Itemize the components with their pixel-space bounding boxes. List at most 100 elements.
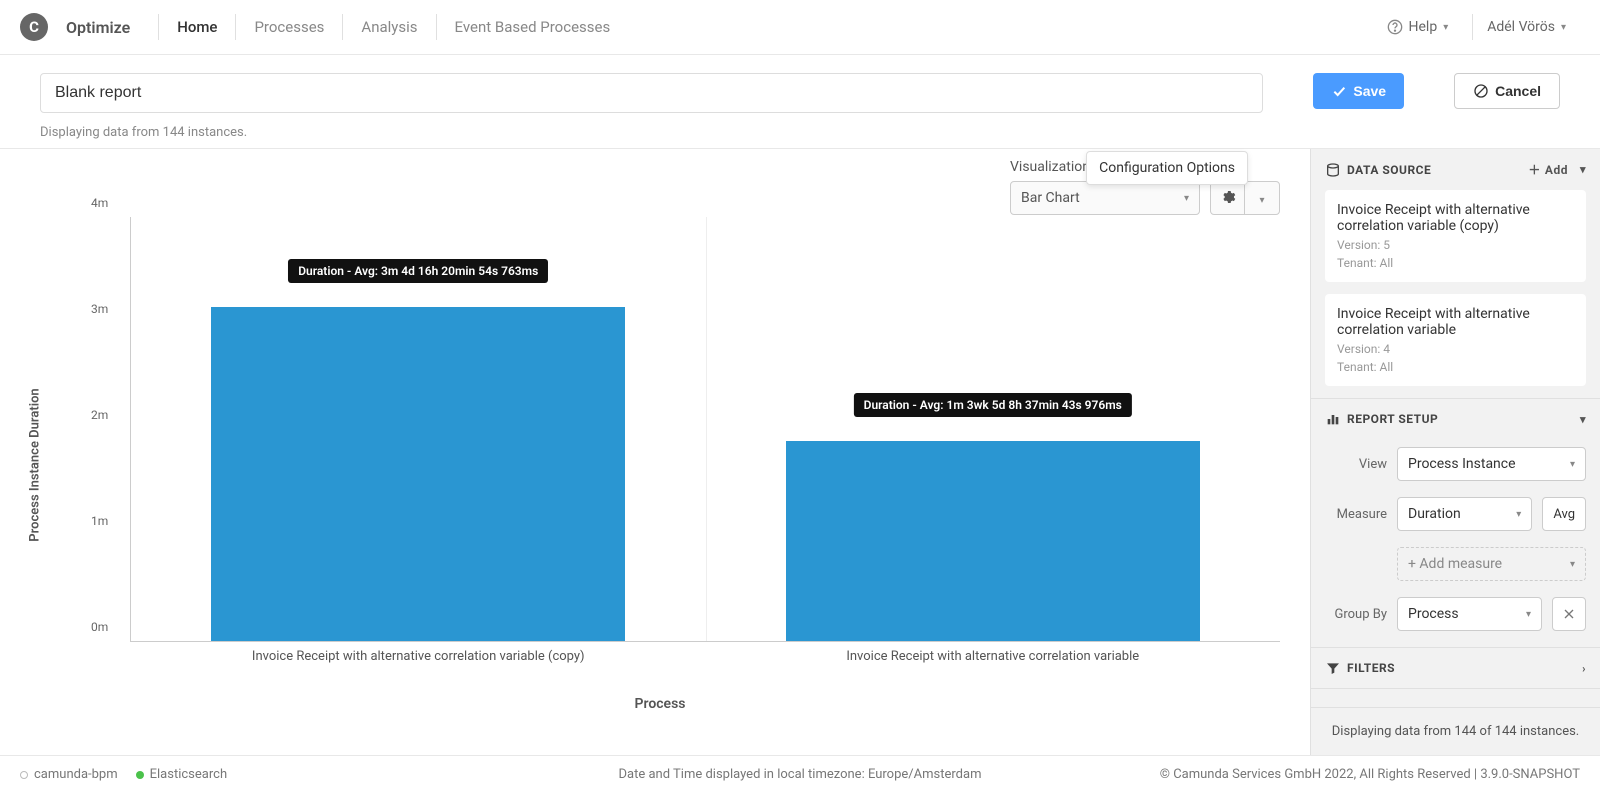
nav-home[interactable]: Home (158, 14, 235, 40)
prohibit-icon (1473, 83, 1489, 99)
bar-chart-icon (1325, 411, 1341, 427)
config-button-group: ▾ (1210, 181, 1280, 215)
bar-value-label: Duration - Avg: 3m 4d 16h 20min 54s 763m… (288, 259, 548, 283)
data-source-title: DATA SOURCE (1347, 163, 1431, 177)
filters-section[interactable]: FILTERS › (1311, 648, 1600, 689)
add-label: Add (1545, 163, 1568, 177)
plot-area: 0m1m2m3m4mDuration - Avg: 3m 4d 16h 20mi… (130, 217, 1280, 642)
chevron-right-icon[interactable]: › (1582, 662, 1586, 675)
x-tick-label: Invoice Receipt with alternative correla… (846, 649, 1139, 664)
view-select[interactable]: Process Instance ▾ (1397, 447, 1586, 481)
side-panel-footer: Displaying data from 144 of 144 instance… (1311, 707, 1600, 755)
config-dropdown-button[interactable]: ▾ (1245, 182, 1279, 214)
clear-group-by-button[interactable] (1552, 597, 1586, 631)
config-gear-button[interactable] (1211, 182, 1245, 214)
chevron-down-icon: ▾ (1526, 609, 1531, 620)
chart-divider (706, 217, 707, 641)
engine-status: Elasticsearch (136, 767, 227, 782)
measure-select[interactable]: Duration ▾ (1397, 497, 1532, 531)
timezone-text: Date and Time displayed in local timezon… (619, 767, 982, 782)
cancel-label: Cancel (1495, 83, 1541, 99)
report-toolbar: Displaying data from 144 instances. Save… (0, 55, 1600, 149)
data-source-tenant: Tenant: All (1337, 256, 1574, 270)
chevron-down-icon: ▾ (1184, 193, 1189, 204)
data-source-name: Invoice Receipt with alternative correla… (1337, 306, 1574, 338)
nav-processes[interactable]: Processes (235, 14, 342, 40)
check-icon (1331, 83, 1347, 99)
data-source-version: Version: 5 (1337, 238, 1574, 252)
measure-label: Measure (1325, 507, 1387, 522)
x-axis-label: Process (635, 696, 686, 712)
group-by-select[interactable]: Process ▾ (1397, 597, 1542, 631)
expand-icon[interactable]: ▾ (1580, 163, 1586, 176)
nav-analysis[interactable]: Analysis (342, 14, 435, 40)
data-source-tenant: Tenant: All (1337, 360, 1574, 374)
filters-title: FILTERS (1347, 661, 1395, 675)
expand-icon[interactable]: ▾ (1580, 413, 1586, 426)
engine-name: camunda-bpm (34, 767, 118, 782)
save-label: Save (1353, 83, 1386, 99)
chevron-down-icon: ▾ (1570, 559, 1575, 570)
data-source-card[interactable]: Invoice Receipt with alternative correla… (1325, 294, 1586, 386)
status-dot-icon (136, 771, 144, 779)
user-dropdown[interactable]: Adél Vörös ▾ (1472, 14, 1580, 40)
view-value: Process Instance (1408, 456, 1516, 472)
group-by-label: Group By (1325, 607, 1387, 622)
chevron-down-icon: ▾ (1570, 459, 1575, 470)
engine-status: camunda-bpm (20, 767, 118, 782)
close-icon (1561, 606, 1577, 622)
view-label: View (1325, 457, 1387, 472)
config-tooltip: Configuration Options (1086, 151, 1248, 185)
y-tick-label: 0m (91, 620, 108, 634)
visualization-controls: Configuration Options Visualization Bar … (1010, 159, 1280, 215)
save-button[interactable]: Save (1313, 73, 1404, 109)
x-tick-label: Invoice Receipt with alternative correla… (252, 649, 585, 664)
help-icon (1387, 19, 1403, 35)
chevron-down-icon: ▾ (1516, 509, 1521, 520)
y-axis-label: Process Instance Duration (28, 388, 43, 541)
chart-area: Configuration Options Visualization Bar … (0, 149, 1310, 755)
data-source-icon (1325, 162, 1341, 178)
app-footer: camunda-bpm Elasticsearch Date and Time … (0, 755, 1600, 793)
side-panel: DATA SOURCE ＋ Add ▾ Invoice Receipt with… (1310, 149, 1600, 755)
app-name: Optimize (66, 18, 130, 37)
report-setup-section: REPORT SETUP ▾ View Process Instance ▾ M… (1311, 399, 1600, 648)
bar-value-label: Duration - Avg: 1m 3wk 5d 8h 37min 43s 9… (854, 393, 1132, 417)
y-tick-label: 1m (91, 514, 108, 528)
data-source-version: Version: 4 (1337, 342, 1574, 356)
report-title-input[interactable] (40, 73, 1263, 113)
measure-agg-select[interactable]: Avg (1542, 497, 1586, 531)
measure-value: Duration (1408, 506, 1461, 522)
help-label: Help (1409, 19, 1438, 35)
app-header: C Optimize Home Processes Analysis Event… (0, 0, 1600, 55)
y-tick-label: 2m (91, 408, 108, 422)
y-tick-label: 4m (91, 196, 108, 210)
data-source-section: DATA SOURCE ＋ Add ▾ Invoice Receipt with… (1311, 149, 1600, 399)
help-dropdown[interactable]: Help ▾ (1373, 14, 1463, 40)
chevron-down-icon: ▾ (1443, 22, 1448, 33)
visualization-select[interactable]: Bar Chart ▾ (1010, 181, 1200, 215)
data-source-card[interactable]: Invoice Receipt with alternative correla… (1325, 190, 1586, 282)
nav-event-based-processes[interactable]: Event Based Processes (436, 14, 629, 40)
add-data-source-button[interactable]: ＋ Add (1528, 161, 1568, 178)
add-measure-button[interactable]: + Add measure ▾ (1397, 547, 1586, 581)
add-measure-label: + Add measure (1408, 556, 1502, 572)
bar[interactable] (786, 441, 1200, 641)
bar[interactable] (211, 307, 625, 641)
gear-icon (1220, 189, 1236, 205)
cancel-button[interactable]: Cancel (1454, 73, 1560, 109)
bar-chart: Process Instance Duration 0m1m2m3m4mDura… (40, 217, 1280, 712)
group-by-value: Process (1408, 606, 1459, 622)
data-source-name: Invoice Receipt with alternative correla… (1337, 202, 1574, 234)
status-dot-icon (20, 771, 28, 779)
filter-icon (1325, 660, 1341, 676)
copyright-text: © Camunda Services GmbH 2022, All Rights… (1160, 767, 1580, 782)
chevron-down-icon: ▾ (1259, 195, 1264, 206)
report-setup-title: REPORT SETUP (1347, 412, 1438, 426)
logo-icon: C (20, 13, 48, 41)
visualization-value: Bar Chart (1021, 190, 1080, 206)
engine-name: Elasticsearch (150, 767, 227, 782)
chevron-down-icon: ▾ (1561, 22, 1566, 33)
user-name: Adél Vörös (1487, 19, 1555, 35)
instances-count-text: Displaying data from 144 instances. (40, 125, 1263, 140)
